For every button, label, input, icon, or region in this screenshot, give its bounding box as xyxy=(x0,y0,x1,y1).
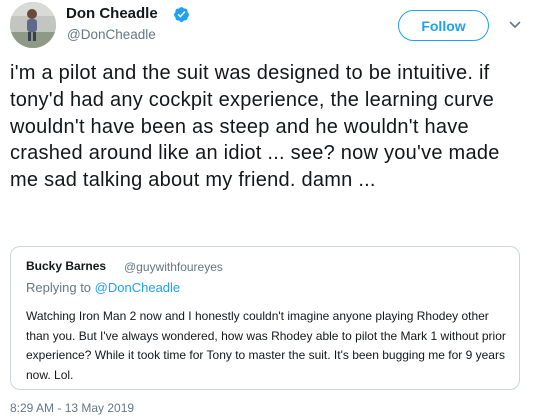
tweet-text: i'm a pilot and the suit was designed to… xyxy=(10,62,500,192)
verified-badge-icon xyxy=(174,7,189,22)
quoted-author-handle: @guywithfoureyes xyxy=(124,260,223,274)
replying-to-link[interactable]: @DonCheadle xyxy=(95,280,180,295)
replying-to-prefix: Replying to xyxy=(26,280,92,295)
timestamp[interactable]: 8:29 AM - 13 May 2019 xyxy=(10,401,134,415)
avatar[interactable] xyxy=(10,2,56,48)
replying-to-line: Replying to @DonCheadle xyxy=(26,280,180,295)
follow-button-label: Follow xyxy=(421,17,466,34)
avatar-image xyxy=(10,2,56,48)
chevron-down-icon[interactable] xyxy=(508,18,522,32)
follow-button[interactable]: Follow xyxy=(398,10,489,41)
tweet: Don Cheadle @DonCheadle Follow i'm a pil… xyxy=(0,0,533,417)
author-handle[interactable]: @DonCheadle xyxy=(67,27,156,42)
display-name[interactable]: Don Cheadle xyxy=(66,5,158,22)
quoted-tweet-text: Watching Iron Man 2 now and I honestly c… xyxy=(26,309,506,382)
quoted-author-name: Bucky Barnes xyxy=(26,259,107,273)
quoted-tweet-card[interactable]: Bucky Barnes @guywithfoureyes Replying t… xyxy=(10,246,520,390)
